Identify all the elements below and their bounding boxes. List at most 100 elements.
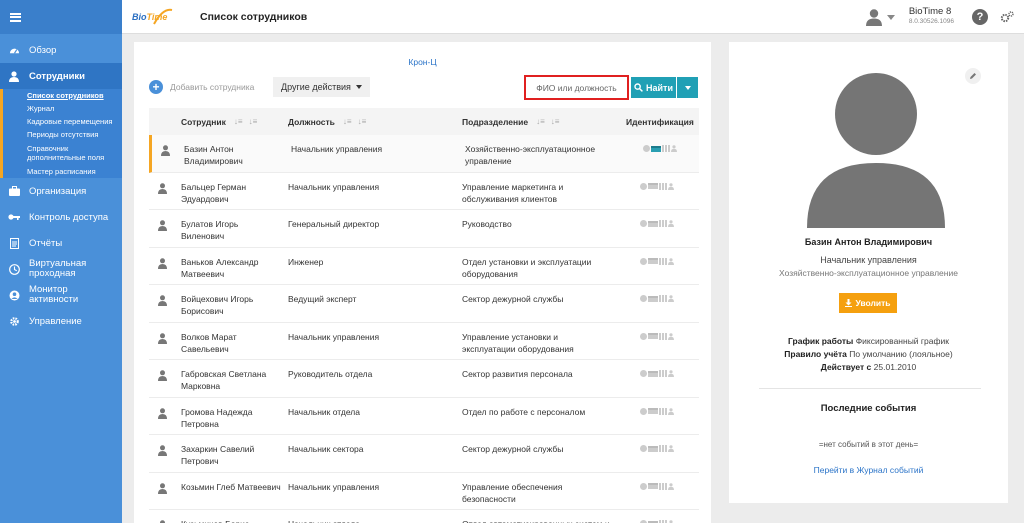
department-cell: Хозяйственно-эксплуатационное управление <box>465 144 596 166</box>
sidebar-item-virtual-checkpoint[interactable]: Виртуальная проходная <box>0 256 122 282</box>
sidebar-item-access-control[interactable]: Контроль доступа <box>0 204 122 230</box>
sidebar-sub-transfers[interactable]: Кадровые перемещения <box>3 115 122 128</box>
org-name-link[interactable]: Крон-Ц <box>134 57 711 67</box>
person-icon <box>158 445 167 456</box>
sidebar-sub-employee-list[interactable]: Список сотрудников <box>3 89 122 102</box>
sort-az-icon[interactable]: ↓≡ <box>536 117 545 126</box>
employee-name-cell[interactable]: Булатов Игорь Виленович <box>181 218 281 242</box>
sort-icons[interactable]: ↓≡ ↓≡ <box>536 117 559 126</box>
employee-photo-placeholder <box>807 73 945 228</box>
position-cell: Начальник сектора <box>288 444 364 454</box>
table-row[interactable]: Громова Надежда Петровна Начальник отдела… <box>149 398 699 435</box>
employee-name-cell[interactable]: Габровская Светлана Марковна <box>181 368 281 392</box>
sort-za-icon[interactable]: ↓≡ <box>249 117 258 126</box>
column-header-employee[interactable]: Сотрудник ↓≡ ↓≡ <box>181 108 257 135</box>
no-events-text: =нет событий в этот день= <box>818 440 919 449</box>
sort-za-icon[interactable]: ↓≡ <box>551 117 560 126</box>
position-cell: Инженер <box>288 256 324 267</box>
fingerprint-icon <box>643 145 650 152</box>
plus-icon: + <box>149 80 163 94</box>
add-employee-button[interactable]: + Добавить сотрудника <box>149 80 254 94</box>
table-row[interactable]: Захаркин Савелий Петрович Начальник секто… <box>149 435 699 473</box>
sort-za-icon[interactable]: ↓≡ <box>358 117 367 126</box>
department-cell: Сектор дежурной службы <box>462 294 564 304</box>
column-header-department[interactable]: Подразделение ↓≡ ↓≡ <box>462 108 559 135</box>
employee-name-cell[interactable]: Ваньков Александр Матвеевич <box>181 256 281 280</box>
menu-icon[interactable] <box>10 12 21 22</box>
sidebar-item-organization[interactable]: Организация <box>0 178 122 204</box>
sort-az-icon[interactable]: ↓≡ <box>343 117 352 126</box>
employee-name-cell[interactable]: Кузьмичев Борис <box>181 518 281 523</box>
employee-name-cell[interactable]: Бальцер Герман Эдуардович <box>181 181 281 205</box>
edit-pencil-icon[interactable] <box>965 68 981 84</box>
other-actions-dropdown[interactable]: Другие действия <box>273 77 370 97</box>
valid-value: 25.01.2010 <box>873 362 917 372</box>
events-journal-link[interactable]: Перейти в Журнал событий <box>729 465 1008 475</box>
sidebar-item-activity-monitor[interactable]: Монитор активности <box>0 282 122 308</box>
user-avatar-icon[interactable] <box>865 8 883 26</box>
sort-icons[interactable]: ↓≡ ↓≡ <box>343 117 366 126</box>
employee-name: Базин Антон Владимирович <box>804 237 933 247</box>
table-row[interactable]: Булатов Игорь Виленович Генеральный дирек… <box>149 210 699 248</box>
department-cell: Сектор дежурной службы <box>462 444 564 454</box>
face-id-icon <box>668 295 674 302</box>
table-row[interactable]: Войцехович Игорь Борисович Ведущий экспер… <box>149 285 699 323</box>
sidebar-item-employees[interactable]: Сотрудники <box>0 63 122 89</box>
table-row[interactable]: Бальцер Герман Эдуардович Начальник управ… <box>149 173 699 210</box>
table-row[interactable]: Козьмин Глеб Матвеевич Начальник управлен… <box>149 473 699 510</box>
employee-schedule-info: График работы Фиксированный график Прави… <box>729 335 1008 374</box>
sidebar-item-reports[interactable]: Отчёты <box>0 230 122 256</box>
table-row[interactable]: Габровская Светлана Марковна Руководитель… <box>149 360 699 398</box>
clock-icon <box>8 263 20 275</box>
face-id-icon <box>668 182 674 190</box>
download-icon <box>845 299 853 307</box>
pin-code-icon <box>659 445 667 452</box>
card-icon <box>651 145 661 152</box>
table-row[interactable]: Базин Антон Владимирович Начальник управл… <box>149 135 699 173</box>
user-menu-chevron-icon[interactable] <box>886 14 895 20</box>
rule-value: По умолчанию (лояльное) <box>849 349 953 359</box>
app-logo[interactable]: BioTime <box>132 6 192 28</box>
position-cell: Руководитель отдела <box>288 369 373 379</box>
sort-az-icon[interactable]: ↓≡ <box>234 117 243 126</box>
employee-department: Хозяйственно-эксплуатационное управление <box>779 268 958 278</box>
sidebar-item-management[interactable]: Управление <box>0 308 122 334</box>
find-button[interactable]: Найти <box>631 77 676 98</box>
table-row[interactable]: Ваньков Александр Матвеевич Инженер Отдел … <box>149 248 699 285</box>
employee-name-cell[interactable]: Волков Марат Савельевич <box>181 331 281 355</box>
search-input[interactable]: ФИО или должность <box>524 75 629 100</box>
table-row[interactable]: Волков Марат Савельевич Начальник управле… <box>149 323 699 360</box>
sidebar-sub-schedule-wizard[interactable]: Мастер расписания <box>3 165 122 178</box>
identification-icons <box>640 295 674 302</box>
table-row[interactable]: Кузьмичев Борис Начальник отдела Отдел авт… <box>149 510 699 523</box>
chevron-down-icon <box>684 85 691 90</box>
sidebar-sub-journal[interactable]: Журнал <box>3 102 122 115</box>
column-header-position[interactable]: Должность ↓≡ ↓≡ <box>288 108 366 135</box>
employee-name-cell[interactable]: Войцехович Игорь Борисович <box>181 293 281 317</box>
employee-name-cell[interactable]: Базин Антон Владимирович <box>184 143 284 167</box>
sidebar-item-label: Монитор активности <box>29 284 79 305</box>
employee-name-cell[interactable]: Громова Надежда Петровна <box>181 406 281 430</box>
identification-icons <box>640 257 674 265</box>
pin-code-icon <box>659 482 667 490</box>
sidebar-item-overview[interactable]: Обзор <box>0 37 122 63</box>
employee-name-cell[interactable]: Козьмин Глеб Матвеевич <box>181 481 281 493</box>
column-header-label: Должность <box>288 116 335 127</box>
position-cell: Начальник управления <box>288 481 380 492</box>
department-cell: Управление маркетинга и обслуживания кли… <box>462 181 564 204</box>
help-icon[interactable]: ? <box>972 9 988 25</box>
department-cell: Отдел автоматизированных систем и <box>462 518 612 523</box>
settings-gear-icon[interactable] <box>1000 11 1014 23</box>
sort-icons[interactable]: ↓≡ ↓≡ <box>234 117 257 126</box>
position-cell: Начальник управления <box>291 144 383 154</box>
sidebar-sub-absences[interactable]: Периоды отсутствия <box>3 128 122 141</box>
employee-name-cell[interactable]: Захаркин Савелий Петрович <box>181 443 281 467</box>
fire-employee-button[interactable]: Уволить <box>839 293 897 313</box>
card-icon <box>648 445 658 452</box>
find-options-button[interactable] <box>677 77 698 98</box>
sidebar-item-label: Обзор <box>29 44 57 56</box>
column-header-label: Идентификация <box>626 116 694 127</box>
sidebar-sub-extra-fields[interactable]: Справочник дополнительные поля <box>3 141 122 165</box>
pin-code-icon <box>659 332 667 340</box>
face-id-icon <box>668 332 674 340</box>
